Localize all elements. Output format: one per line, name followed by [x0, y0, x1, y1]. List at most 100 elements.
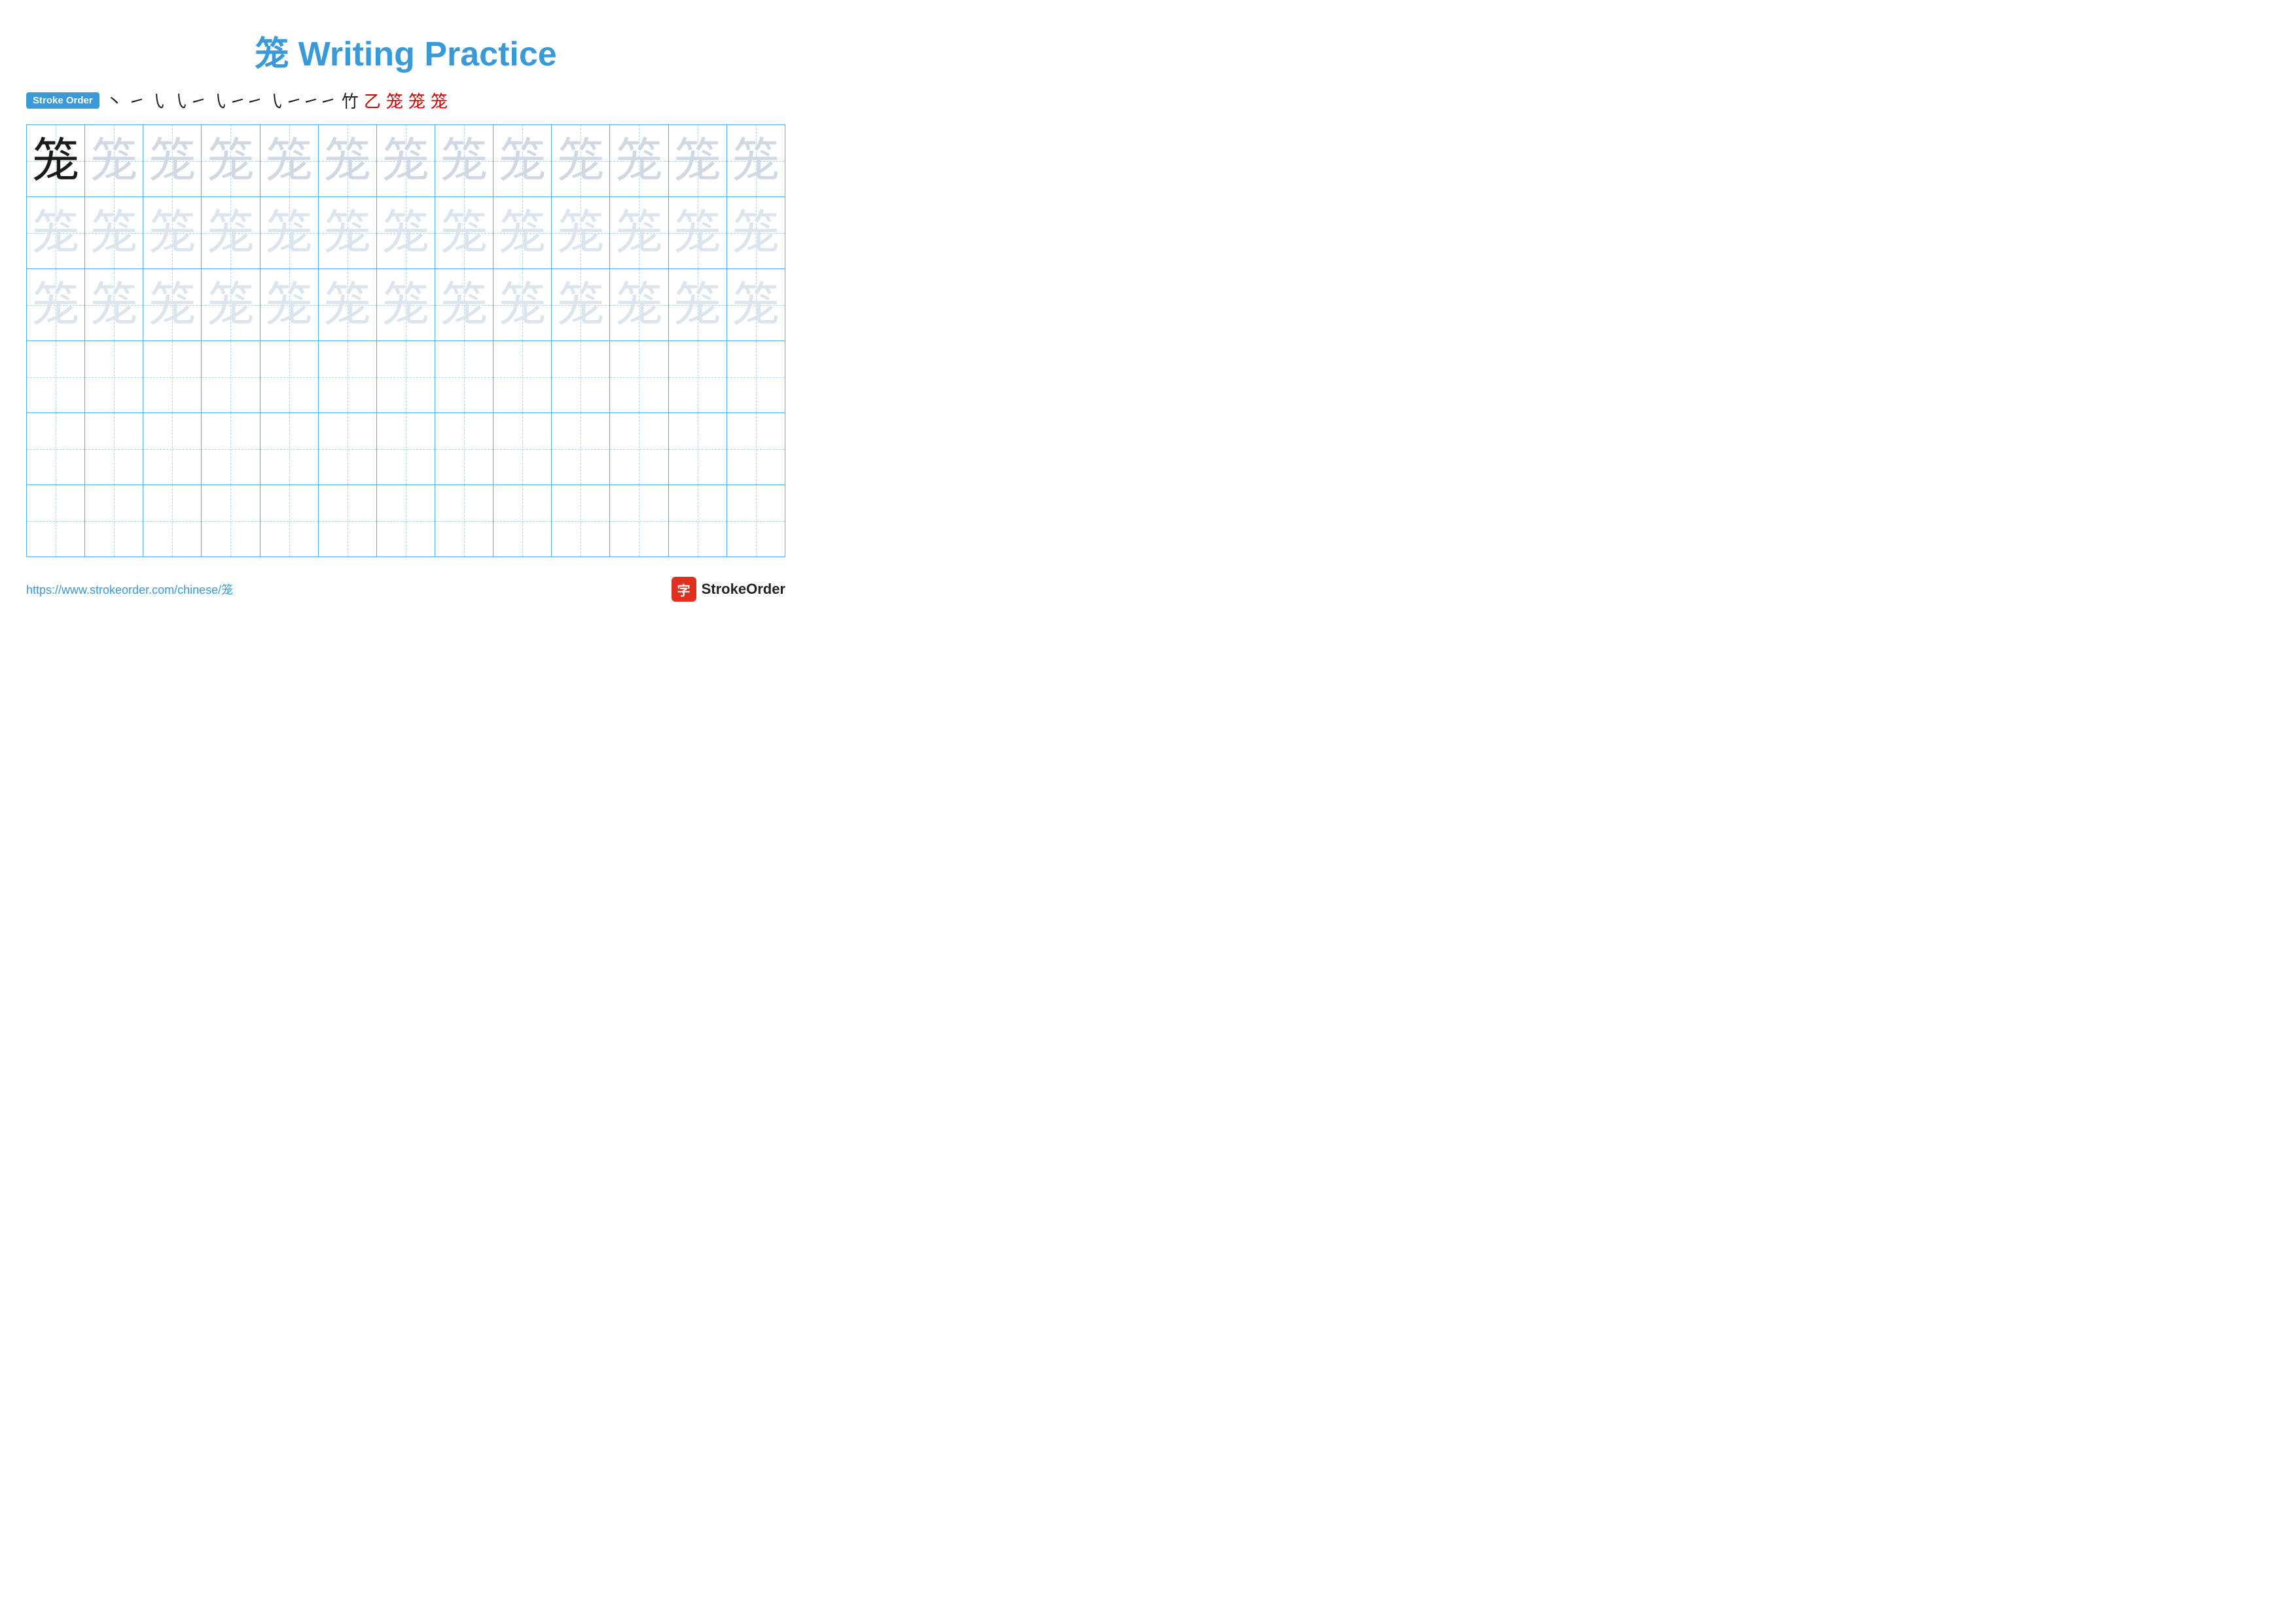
- grid-cell-4-8: [435, 341, 493, 413]
- grid-cell-1-12: 笼: [668, 125, 726, 197]
- grid-cell-6-5: [260, 485, 318, 557]
- grid-cell-4-12: [668, 341, 726, 413]
- grid-cell-6-13: [726, 485, 785, 557]
- grid-cell-3-7: 笼: [376, 269, 435, 341]
- grid-cell-4-5: [260, 341, 318, 413]
- grid-cell-4-6: [318, 341, 376, 413]
- grid-cell-3-3: 笼: [143, 269, 202, 341]
- grid-cell-5-6: [318, 413, 376, 485]
- grid-cell-6-11: [610, 485, 668, 557]
- grid-cell-2-13: 笼: [726, 197, 785, 269]
- grid-cell-3-4: 笼: [202, 269, 260, 341]
- stroke-step-6: ㇂㇀㇀㇀: [268, 88, 336, 113]
- stroke-step-8: 乙: [364, 88, 381, 113]
- grid-cell-1-6: 笼: [318, 125, 376, 197]
- grid-cell-6-8: [435, 485, 493, 557]
- stroke-step-1: 丶: [106, 88, 123, 113]
- stroke-order-row: Stroke Order 丶 ㇀ ㇂ ㇂㇀ ㇂㇀㇀ ㇂㇀㇀㇀ 竹 乙 笼 笼 笼: [26, 88, 785, 113]
- grid-cell-4-11: [610, 341, 668, 413]
- page-title: 笼 Writing Practice: [26, 26, 785, 75]
- grid-cell-4-10: [552, 341, 610, 413]
- grid-cell-3-11: 笼: [610, 269, 668, 341]
- grid-cell-2-3: 笼: [143, 197, 202, 269]
- stroke-step-5: ㇂㇀㇀: [212, 88, 263, 113]
- grid-cell-6-2: [85, 485, 143, 557]
- grid-cell-3-6: 笼: [318, 269, 376, 341]
- grid-cell-1-7: 笼: [376, 125, 435, 197]
- grid-row-1: 笼 笼 笼 笼 笼 笼 笼 笼 笼 笼 笼 笼 笼: [27, 125, 785, 197]
- grid-cell-2-2: 笼: [85, 197, 143, 269]
- grid-cell-2-6: 笼: [318, 197, 376, 269]
- grid-cell-5-9: [493, 413, 552, 485]
- stroke-step-11: 笼: [431, 88, 448, 113]
- grid-row-6: [27, 485, 785, 557]
- grid-cell-4-13: [726, 341, 785, 413]
- grid-cell-3-10: 笼: [552, 269, 610, 341]
- writing-grid: 笼 笼 笼 笼 笼 笼 笼 笼 笼 笼 笼 笼 笼 笼 笼 笼 笼 笼 笼 笼 …: [26, 124, 785, 557]
- grid-cell-1-11: 笼: [610, 125, 668, 197]
- grid-cell-3-1: 笼: [27, 269, 85, 341]
- stroke-steps: 丶 ㇀ ㇂ ㇂㇀ ㇂㇀㇀ ㇂㇀㇀㇀ 竹 乙 笼 笼 笼: [106, 88, 448, 113]
- grid-cell-1-13: 笼: [726, 125, 785, 197]
- grid-cell-2-11: 笼: [610, 197, 668, 269]
- grid-cell-3-12: 笼: [668, 269, 726, 341]
- grid-cell-1-1: 笼: [27, 125, 85, 197]
- stroke-step-7: 竹: [342, 88, 359, 113]
- grid-cell-2-5: 笼: [260, 197, 318, 269]
- stroke-step-10: 笼: [408, 88, 425, 113]
- grid-cell-1-3: 笼: [143, 125, 202, 197]
- grid-cell-3-8: 笼: [435, 269, 493, 341]
- grid-cell-2-9: 笼: [493, 197, 552, 269]
- grid-cell-5-5: [260, 413, 318, 485]
- grid-cell-5-4: [202, 413, 260, 485]
- grid-cell-4-7: [376, 341, 435, 413]
- stroke-step-9: 笼: [386, 88, 403, 113]
- grid-cell-5-13: [726, 413, 785, 485]
- grid-cell-1-2: 笼: [85, 125, 143, 197]
- brand-name: StrokeOrder: [702, 581, 785, 598]
- footer: https://www.strokeorder.com/chinese/笼 字 …: [26, 577, 785, 602]
- grid-cell-4-9: [493, 341, 552, 413]
- char-dark: 笼: [32, 135, 79, 187]
- grid-cell-6-7: [376, 485, 435, 557]
- stroke-step-2: ㇀: [128, 88, 145, 113]
- grid-cell-6-9: [493, 485, 552, 557]
- grid-cell-2-7: 笼: [376, 197, 435, 269]
- grid-row-4: [27, 341, 785, 413]
- grid-cell-1-4: 笼: [202, 125, 260, 197]
- grid-cell-6-10: [552, 485, 610, 557]
- grid-cell-1-8: 笼: [435, 125, 493, 197]
- stroke-step-3: ㇂: [151, 88, 168, 113]
- grid-cell-5-10: [552, 413, 610, 485]
- grid-cell-5-2: [85, 413, 143, 485]
- grid-row-2: 笼 笼 笼 笼 笼 笼 笼 笼 笼 笼 笼 笼 笼: [27, 197, 785, 269]
- grid-cell-1-5: 笼: [260, 125, 318, 197]
- grid-cell-4-1: [27, 341, 85, 413]
- grid-cell-5-11: [610, 413, 668, 485]
- brand-icon: 字: [672, 577, 696, 602]
- grid-cell-6-6: [318, 485, 376, 557]
- grid-cell-5-12: [668, 413, 726, 485]
- grid-cell-2-10: 笼: [552, 197, 610, 269]
- grid-cell-4-2: [85, 341, 143, 413]
- grid-cell-6-12: [668, 485, 726, 557]
- grid-cell-5-1: [27, 413, 85, 485]
- grid-cell-5-8: [435, 413, 493, 485]
- grid-cell-1-10: 笼: [552, 125, 610, 197]
- grid-cell-2-12: 笼: [668, 197, 726, 269]
- grid-cell-3-2: 笼: [85, 269, 143, 341]
- footer-brand: 字 StrokeOrder: [672, 577, 785, 602]
- stroke-order-badge: Stroke Order: [26, 92, 99, 109]
- grid-cell-3-13: 笼: [726, 269, 785, 341]
- grid-cell-4-4: [202, 341, 260, 413]
- grid-cell-3-9: 笼: [493, 269, 552, 341]
- grid-cell-6-1: [27, 485, 85, 557]
- footer-url: https://www.strokeorder.com/chinese/笼: [26, 581, 233, 598]
- grid-cell-4-3: [143, 341, 202, 413]
- grid-cell-5-7: [376, 413, 435, 485]
- grid-cell-2-4: 笼: [202, 197, 260, 269]
- grid-row-5: [27, 413, 785, 485]
- grid-cell-6-4: [202, 485, 260, 557]
- grid-cell-2-8: 笼: [435, 197, 493, 269]
- grid-cell-3-5: 笼: [260, 269, 318, 341]
